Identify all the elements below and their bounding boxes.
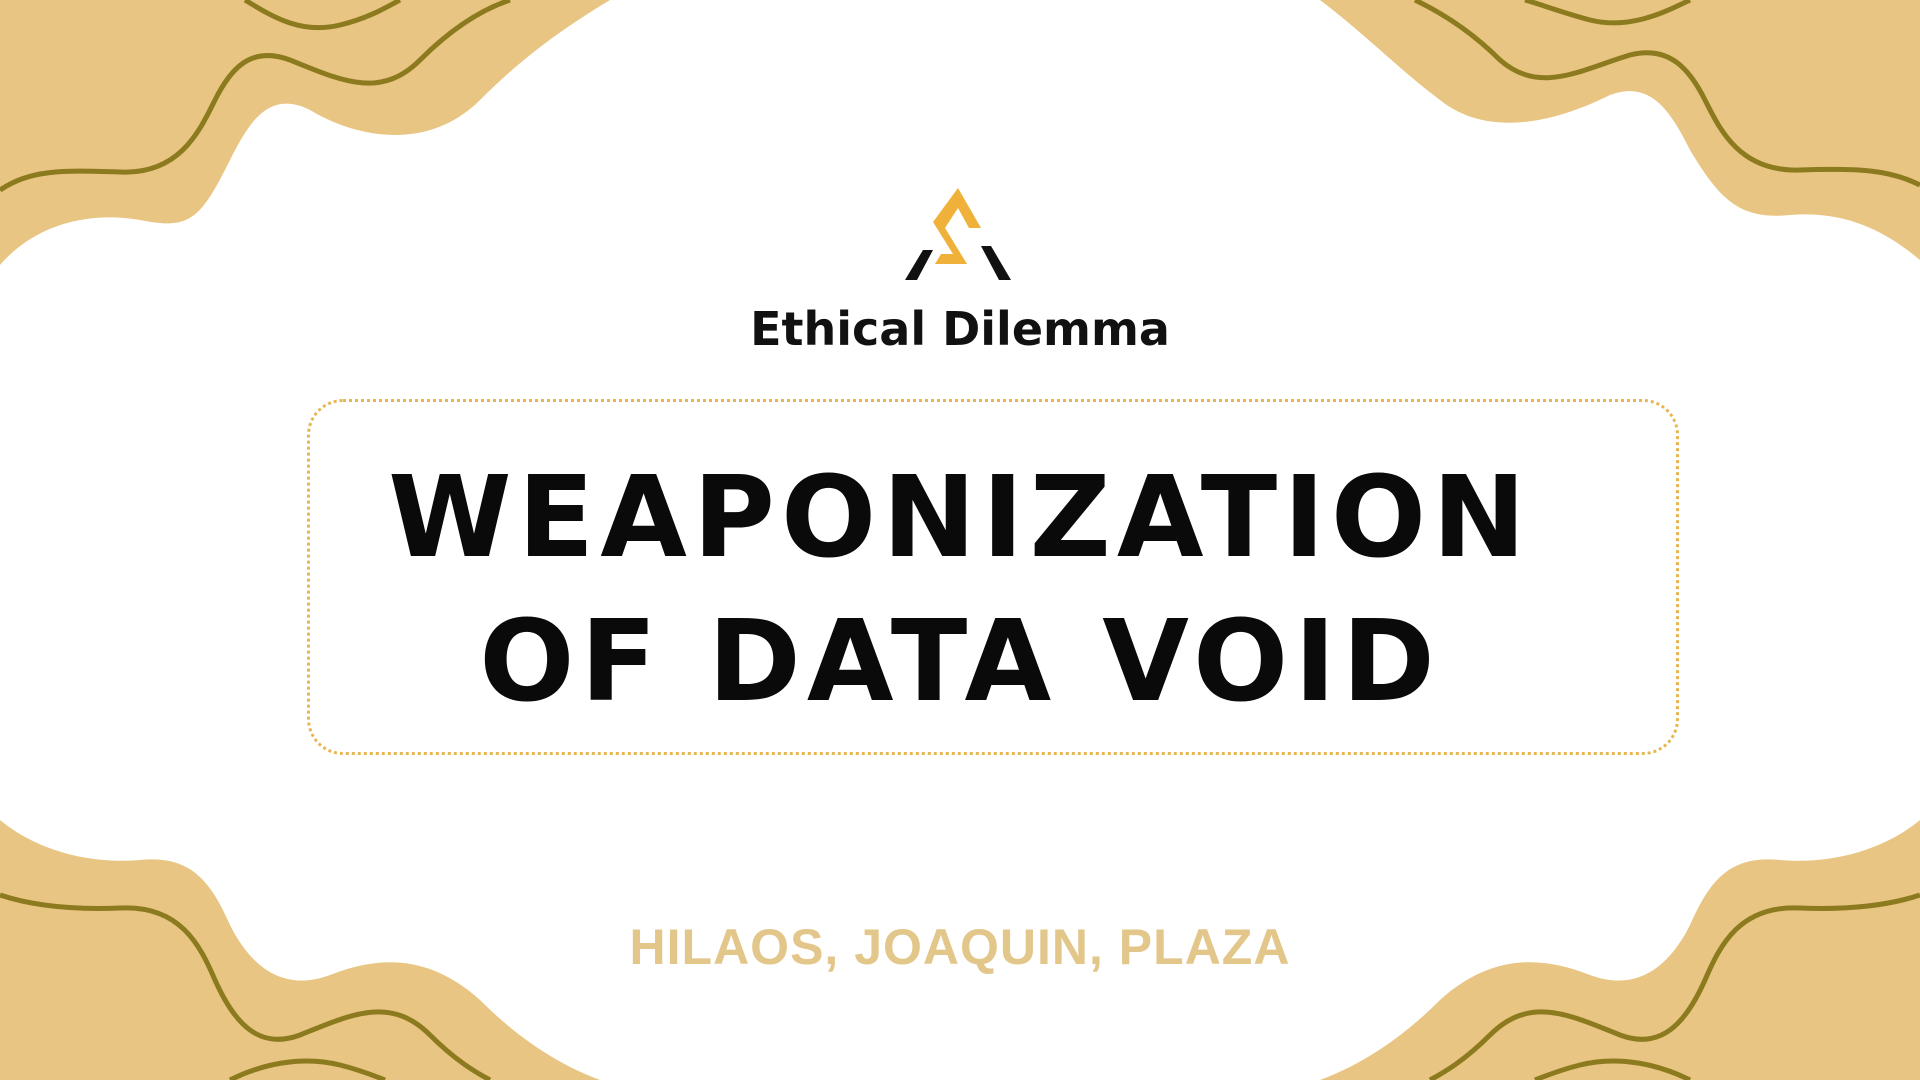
top-right-sand-shape (1320, 0, 1920, 260)
authors-text: HILAOS, JOAQUIN, PLAZA (629, 919, 1291, 975)
logo-left-leg (905, 250, 933, 280)
brand-name: Ethical Dilemma (750, 302, 1170, 356)
logo-accent-shape (933, 188, 981, 264)
title-line-2: OF DATA VOID (479, 597, 1441, 727)
logo-right-leg (981, 246, 1011, 280)
title-line-1: WEAPONIZATION (388, 453, 1532, 583)
ethical-dilemma-logo-icon (905, 188, 1011, 280)
title-slide: Ethical Dilemma WEAPONIZATION OF DATA VO… (0, 0, 1920, 1080)
top-left-sand-shape (0, 0, 610, 265)
